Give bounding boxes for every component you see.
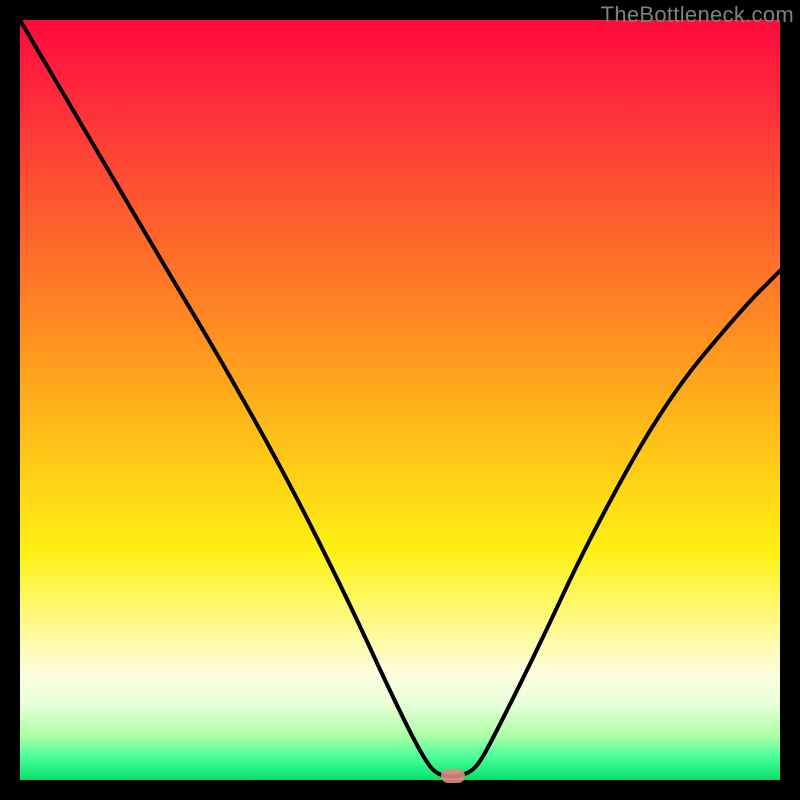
optimal-point-marker — [441, 769, 465, 783]
plot-area — [20, 20, 780, 780]
performance-curve — [20, 20, 780, 780]
chart-frame: TheBottleneck.com — [0, 0, 800, 800]
watermark-text: TheBottleneck.com — [601, 2, 794, 28]
